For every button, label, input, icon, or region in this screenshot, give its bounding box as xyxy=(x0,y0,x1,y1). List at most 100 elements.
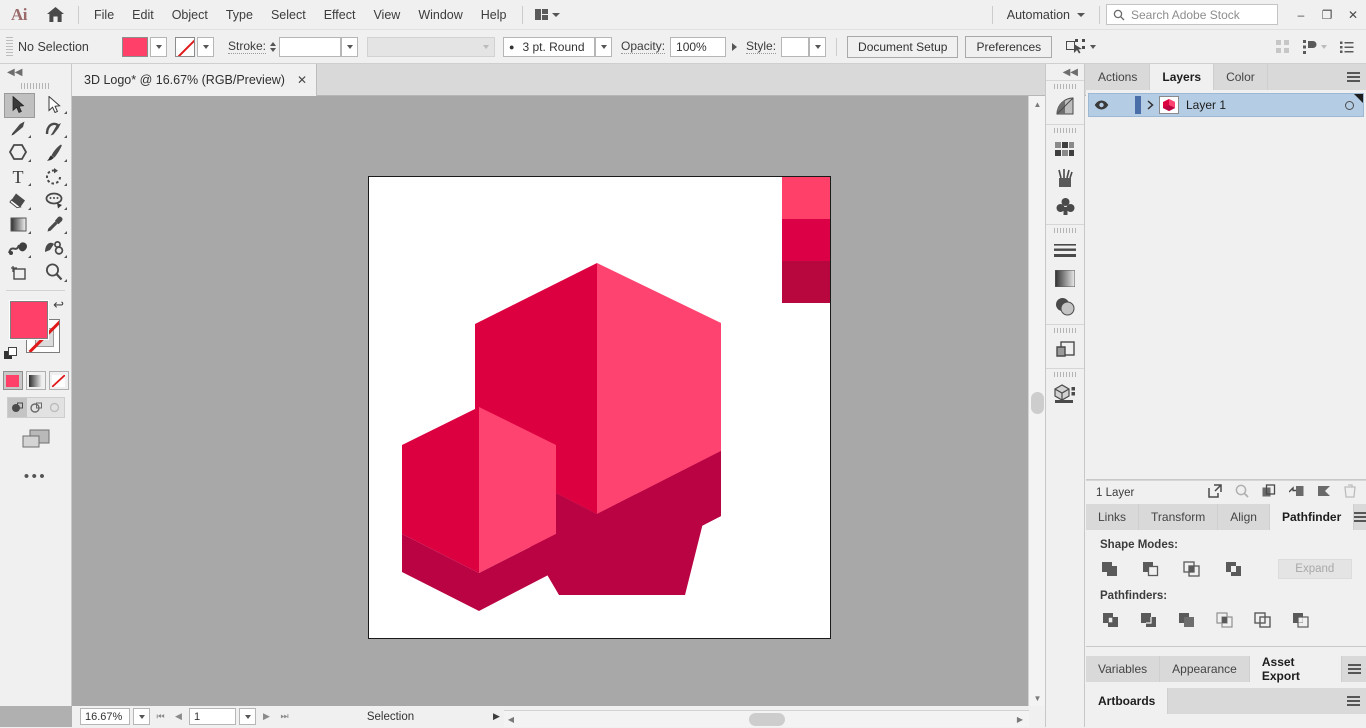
previous-artboard-button[interactable]: ◀ xyxy=(171,708,186,725)
unite-button[interactable] xyxy=(1100,559,1120,579)
graphic-style-field[interactable] xyxy=(781,36,810,57)
rotate-tool[interactable] xyxy=(36,164,72,188)
toolbar-collapse-button[interactable]: ◀◀ xyxy=(0,64,71,80)
menu-effect[interactable]: Effect xyxy=(315,4,365,26)
rail-grip[interactable] xyxy=(1046,369,1084,380)
curvature-tool[interactable] xyxy=(36,116,72,140)
menu-view[interactable]: View xyxy=(364,4,409,26)
tab-transform[interactable]: Transform xyxy=(1139,504,1219,530)
toolbar-grip[interactable] xyxy=(0,80,71,92)
stroke-dropdown-button[interactable] xyxy=(197,36,214,57)
artboard-number-field[interactable]: 1 xyxy=(189,708,236,725)
layer-visibility-icon[interactable] xyxy=(1089,100,1114,110)
brushes-icon[interactable] xyxy=(1046,164,1084,192)
layer-expand-arrow-icon[interactable] xyxy=(1141,100,1159,110)
chevron-down-icon[interactable] xyxy=(1321,44,1327,49)
canvas-area[interactable] xyxy=(72,96,1045,706)
properties-list-icon[interactable] xyxy=(1340,41,1354,53)
gradient-tool[interactable] xyxy=(0,212,36,236)
menu-object[interactable]: Object xyxy=(163,4,217,26)
swap-fill-stroke-icon[interactable]: ↩ xyxy=(53,297,64,313)
type-tool[interactable]: T xyxy=(0,164,36,188)
fill-dropdown-button[interactable] xyxy=(150,36,167,57)
arrange-documents-button[interactable] xyxy=(529,6,567,24)
release-to-layers-icon[interactable] xyxy=(1208,484,1222,501)
artboard-tool[interactable] xyxy=(0,260,36,284)
edit-toolbar-button[interactable]: ••• xyxy=(0,468,71,485)
swatches-icon[interactable] xyxy=(1046,136,1084,164)
home-icon[interactable] xyxy=(38,7,72,22)
preferences-button[interactable]: Preferences xyxy=(965,35,1053,58)
canvas-vertical-scrollbar[interactable]: ▲ ▼ xyxy=(1028,96,1045,706)
minus-back-button[interactable] xyxy=(1290,610,1312,630)
default-fill-stroke-icon[interactable] xyxy=(4,347,19,365)
intersect-button[interactable] xyxy=(1182,559,1202,579)
outline-button[interactable] xyxy=(1252,610,1274,630)
style-label[interactable]: Style: xyxy=(746,39,777,54)
stroke-weight-stepper[interactable] xyxy=(266,37,279,57)
rail-collapse-icon[interactable]: ◀◀ xyxy=(1046,64,1084,80)
scroll-left-icon[interactable]: ◀ xyxy=(504,711,518,728)
crop-button[interactable] xyxy=(1214,610,1236,630)
last-artboard-button[interactable]: ⏭ xyxy=(277,708,292,725)
locate-object-icon[interactable] xyxy=(1235,484,1249,501)
tab-links[interactable]: Links xyxy=(1086,504,1140,530)
none-fill-button[interactable] xyxy=(48,371,69,390)
merge-button[interactable] xyxy=(1176,610,1198,630)
eyedropper-tool[interactable] xyxy=(36,212,72,236)
tab-artboards[interactable]: Artboards xyxy=(1086,688,1169,714)
layers-compact-icon[interactable] xyxy=(1046,336,1084,364)
rail-grip[interactable] xyxy=(1046,125,1084,136)
shaper-tool[interactable] xyxy=(36,236,72,260)
tab-actions[interactable]: Actions xyxy=(1086,64,1151,90)
rail-grip[interactable] xyxy=(1046,325,1084,336)
artboard[interactable] xyxy=(368,176,831,639)
eraser-tool[interactable] xyxy=(0,188,36,212)
horizontal-scroll-thumb[interactable] xyxy=(749,713,785,726)
stroke-weight-label[interactable]: Stroke: xyxy=(228,39,267,54)
gradient-fill-button[interactable] xyxy=(25,371,46,390)
delete-selection-icon[interactable] xyxy=(1344,484,1356,501)
stroke-color-swatch[interactable] xyxy=(175,36,195,57)
create-new-sublayer-icon[interactable] xyxy=(1288,484,1304,501)
table-row[interactable]: Layer 1 xyxy=(1088,93,1364,117)
scroll-right-icon[interactable]: ▶ xyxy=(1013,711,1027,728)
paintbrush-tool[interactable] xyxy=(36,140,72,164)
transparency-icon[interactable] xyxy=(1046,292,1084,320)
scroll-down-icon[interactable]: ▼ xyxy=(1029,690,1046,706)
workspace-switcher[interactable]: Automation xyxy=(999,5,1093,25)
tab-asset-export[interactable]: Asset Export xyxy=(1249,655,1343,683)
symbols-icon[interactable] xyxy=(1046,192,1084,220)
selection-tool[interactable] xyxy=(0,92,36,118)
brush-definition-field[interactable]: ● 3 pt. Round xyxy=(503,36,596,57)
vertical-scroll-thumb[interactable] xyxy=(1031,392,1044,414)
trim-button[interactable] xyxy=(1138,610,1160,630)
close-button[interactable]: ✕ xyxy=(1340,4,1366,26)
rail-grip[interactable] xyxy=(1046,225,1084,236)
canvas-horizontal-scrollbar[interactable]: ◀ ▶ xyxy=(504,710,1029,727)
arrange-objects-icon[interactable] xyxy=(1276,39,1290,54)
pen-tool[interactable] xyxy=(0,116,36,140)
status-menu-button[interactable]: ▶ xyxy=(489,708,504,725)
select-similar-icon[interactable] xyxy=(1066,39,1086,54)
make-clipping-mask-icon[interactable] xyxy=(1262,484,1276,501)
control-bar-grip[interactable] xyxy=(6,36,13,57)
pathfinder-panel-menu-icon[interactable] xyxy=(1354,504,1366,530)
three-d-icon[interactable] xyxy=(1046,380,1084,408)
tab-align[interactable]: Align xyxy=(1218,504,1270,530)
layers-panel-menu-icon[interactable] xyxy=(1340,64,1366,90)
gradient-icon[interactable] xyxy=(1046,264,1084,292)
layer-name-label[interactable]: Layer 1 xyxy=(1179,98,1345,112)
tab-layers[interactable]: Layers xyxy=(1150,64,1215,90)
asset-export-panel-menu-icon[interactable] xyxy=(1342,656,1366,682)
menu-edit[interactable]: Edit xyxy=(123,4,163,26)
draw-inside-button[interactable] xyxy=(45,398,64,417)
document-setup-button[interactable]: Document Setup xyxy=(847,35,959,58)
screen-mode-button[interactable] xyxy=(0,428,71,450)
divide-button[interactable] xyxy=(1100,610,1122,630)
create-new-layer-icon[interactable] xyxy=(1317,484,1331,501)
menu-type[interactable]: Type xyxy=(217,4,262,26)
draw-behind-button[interactable] xyxy=(27,398,46,417)
adobe-stock-search-input[interactable]: Search Adobe Stock xyxy=(1106,4,1278,25)
exclude-button[interactable] xyxy=(1223,559,1243,579)
